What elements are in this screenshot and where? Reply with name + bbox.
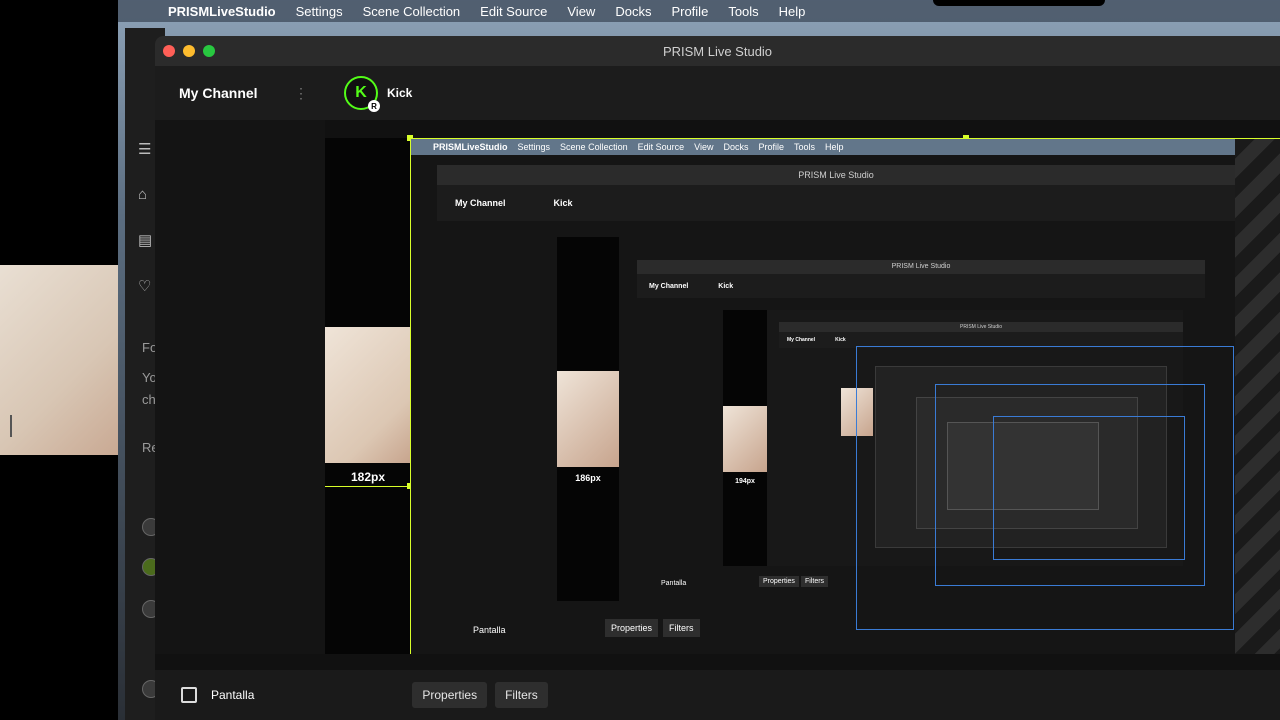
nested-channel-bar: My Channel Kick — [437, 185, 1235, 221]
menu-profile[interactable]: Profile — [671, 4, 708, 19]
nested-size-label: 194px — [735, 478, 755, 485]
nested-filters-button: Filters — [663, 619, 700, 637]
webcam-source[interactable] — [325, 327, 411, 463]
nested-menu-settings: Settings — [517, 142, 551, 152]
window-titlebar: PRISM Live Studio — [155, 36, 1280, 66]
nested-platform: Kick — [553, 198, 573, 208]
alignment-guide — [325, 486, 411, 487]
nested-webcam-source — [723, 406, 767, 472]
menu-edit-source[interactable]: Edit Source — [480, 4, 547, 19]
kick-logo-icon: K R — [344, 76, 380, 112]
bottom-toolbar: Pantalla Properties Filters — [155, 670, 1280, 720]
mac-menubar: PRISMLiveStudio Settings Scene Collectio… — [118, 0, 1280, 22]
prism-main-window: PRISM Live Studio My Channel ⋮ K R Kick … — [155, 36, 1280, 720]
kick-logo-letter: K — [355, 84, 367, 101]
properties-button[interactable]: Properties — [412, 682, 488, 708]
fullscreen-icon — [181, 687, 197, 703]
preview-canvas[interactable]: 182px PRISMLiveStudio Settings Scene Col… — [155, 120, 1280, 654]
nested-window-title: PRISM Live Studio — [437, 165, 1235, 185]
nested-platform: Kick — [718, 282, 734, 290]
selection-frame — [993, 416, 1185, 560]
menu-settings[interactable]: Settings — [296, 4, 343, 19]
nested-webcam-source — [557, 371, 619, 467]
nested-window-title: PRISM Live Studio — [637, 260, 1205, 274]
camera-notch — [933, 0, 1105, 6]
nested-scene-label: Pantalla — [473, 625, 506, 635]
nested-menu-tools: Tools — [794, 142, 816, 152]
menu-app-name[interactable]: PRISMLiveStudio — [168, 4, 276, 19]
size-label: 182px — [350, 470, 386, 484]
filters-button[interactable]: Filters — [495, 682, 548, 708]
nested-scene-label: Pantalla — [661, 580, 687, 587]
more-options-icon[interactable]: ⋮ — [294, 85, 308, 102]
nested-menubar: PRISMLiveStudio Settings Scene Collectio… — [411, 139, 1235, 155]
sidebar-text-3: ch — [142, 392, 156, 407]
menu-scene-collection[interactable]: Scene Collection — [363, 4, 461, 19]
channel-name[interactable]: My Channel — [155, 85, 294, 101]
menu-docks[interactable]: Docks — [615, 4, 651, 19]
nested-menu-help: Help — [825, 142, 844, 152]
wall-mark — [10, 415, 12, 437]
nested-window-title: PRISM Live Studio — [779, 322, 1183, 332]
nested-channel-name: My Channel — [455, 198, 506, 208]
nested-channel-name: My Channel — [649, 282, 689, 290]
nested-app-name: PRISMLiveStudio — [433, 142, 508, 152]
empty-canvas-pattern — [1235, 139, 1280, 654]
scene-label[interactable]: Pantalla — [211, 688, 254, 702]
nested-menu-profile: Profile — [758, 142, 785, 152]
menu-help[interactable]: Help — [779, 4, 806, 19]
menu-view[interactable]: View — [567, 4, 595, 19]
nested-menu-edit-source: Edit Source — [637, 142, 685, 152]
nested-channel-name: My Channel — [787, 337, 816, 343]
webcam-overlay — [0, 265, 118, 455]
window-title: PRISM Live Studio — [662, 43, 773, 59]
nested-platform: Kick — [835, 337, 846, 343]
preview-left-area — [155, 120, 325, 654]
menu-tools[interactable]: Tools — [728, 4, 758, 19]
nested-filters-button: Filters — [801, 576, 829, 587]
platform-badge: R — [368, 100, 380, 112]
platform-label: Kick — [387, 86, 413, 100]
nested-size-label: 186px — [575, 473, 601, 483]
platform-kick[interactable]: K R Kick — [344, 76, 413, 112]
nested-properties-button: Properties — [759, 576, 799, 587]
nested-properties-button: Properties — [605, 619, 659, 637]
nested-menu-docks: Docks — [723, 142, 749, 152]
nested-menu-view: View — [694, 142, 714, 152]
nested-menu-scene-collection: Scene Collection — [560, 142, 628, 152]
nested-channel-bar: My Channel Kick — [637, 274, 1205, 298]
channel-bar: My Channel ⋮ K R Kick — [155, 66, 1280, 121]
